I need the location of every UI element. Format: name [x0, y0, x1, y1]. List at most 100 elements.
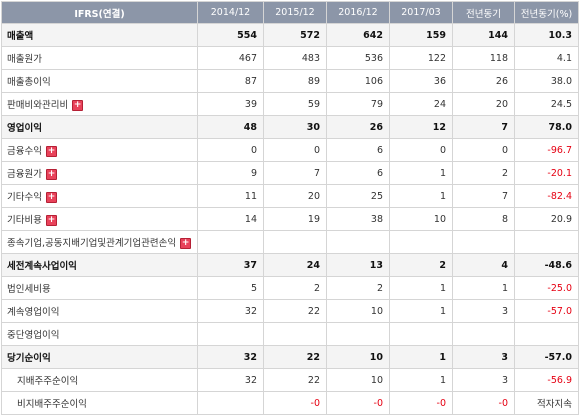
table-row: 지배주주순이익 32 22 10 1 3 -56.9	[1, 368, 579, 392]
value-cell: 24	[263, 253, 327, 277]
value-cell: 642	[326, 23, 390, 47]
value-cell: 1	[389, 368, 453, 392]
value-cell: -0	[263, 391, 327, 415]
table-row: 계속영업이익 32 22 10 1 3 -57.0	[1, 299, 579, 323]
value-cell: 4.1	[514, 46, 579, 70]
value-cell: -0	[326, 391, 390, 415]
value-cell	[326, 322, 390, 346]
value-cell: 26	[326, 115, 390, 139]
value-cell: 10	[389, 207, 453, 231]
row-label: 비지배주주순이익	[17, 399, 87, 410]
value-cell: 26	[452, 69, 515, 93]
value-cell: -25.0	[514, 276, 579, 300]
table-row: 비지배주주순이익 -0 -0 -0 -0 적자지속	[1, 391, 579, 415]
table-row: 매출원가 467 483 536 122 118 4.1	[1, 46, 579, 70]
value-cell: 48	[197, 115, 264, 139]
value-cell: 19	[263, 207, 327, 231]
value-cell: 0	[197, 138, 264, 162]
value-cell: 30	[263, 115, 327, 139]
value-cell: 89	[263, 69, 327, 93]
value-cell: 2	[326, 276, 390, 300]
value-cell: -0	[452, 391, 515, 415]
table-row: 종속기업,공동지배기업및관계기업관련손익 +	[1, 230, 579, 254]
expand-plus-icon[interactable]: +	[180, 238, 192, 249]
row-label: 지배주주순이익	[17, 376, 79, 387]
value-cell	[197, 391, 264, 415]
header-row: IFRS(연결) 2014/12 2015/12 2016/12 2017/03…	[1, 1, 579, 24]
row-label-cell: 금융수익 +	[1, 138, 198, 162]
value-cell: 24	[389, 92, 453, 116]
value-cell: 78.0	[514, 115, 579, 139]
row-label: 종속기업,공동지배기업및관계기업관련손익	[7, 238, 177, 249]
value-cell: 6	[326, 138, 390, 162]
row-label: 판매비와관리비	[7, 100, 69, 111]
table-row: 법인세비용 5 2 2 1 1 -25.0	[1, 276, 579, 300]
table-row: 금융수익 +0 0 6 0 0 -96.7	[1, 138, 579, 162]
value-cell: 554	[197, 23, 264, 47]
value-cell: 10	[326, 368, 390, 392]
value-cell: 1	[389, 184, 453, 208]
value-cell: 20.9	[514, 207, 579, 231]
value-cell: 20	[452, 92, 515, 116]
value-cell: 7	[452, 184, 515, 208]
row-label: 세전계속사업이익	[7, 261, 77, 272]
value-cell: 79	[326, 92, 390, 116]
row-label: 기타수익	[7, 192, 42, 203]
expand-plus-icon[interactable]: +	[45, 192, 57, 203]
value-cell: 7	[452, 115, 515, 139]
value-cell: 32	[197, 368, 264, 392]
table-row: 기타수익 +11 20 25 1 7 -82.4	[1, 184, 579, 208]
value-cell: -57.0	[514, 299, 579, 323]
value-cell: 483	[263, 46, 327, 70]
row-label-cell: 법인세비용	[1, 276, 198, 300]
value-cell: -20.1	[514, 161, 579, 185]
row-label-cell: 판매비와관리비 +	[1, 92, 198, 116]
value-cell: -56.9	[514, 368, 579, 392]
value-cell	[326, 230, 390, 254]
row-label-cell: 계속영업이익	[1, 299, 198, 323]
row-label: 영업이익	[7, 123, 42, 134]
value-cell: 4	[452, 253, 515, 277]
value-cell	[197, 230, 264, 254]
expand-plus-icon[interactable]: +	[45, 169, 57, 180]
value-cell: 0	[452, 138, 515, 162]
row-label-cell: 중단영업이익	[1, 322, 198, 346]
value-cell: 118	[452, 46, 515, 70]
value-cell: 106	[326, 69, 390, 93]
row-label-cell: 당기순이익	[1, 345, 198, 369]
value-cell: 24.5	[514, 92, 579, 116]
row-label: 매출총이익	[7, 77, 51, 88]
column-header: 전년동기	[452, 1, 515, 24]
value-cell: 122	[389, 46, 453, 70]
value-cell: -82.4	[514, 184, 579, 208]
row-label: 중단영업이익	[7, 330, 60, 341]
value-cell: 10.3	[514, 23, 579, 47]
value-cell	[452, 322, 515, 346]
value-cell: 1	[452, 276, 515, 300]
row-label: 매출원가	[7, 54, 42, 65]
value-cell: 59	[263, 92, 327, 116]
expand-plus-icon[interactable]: +	[72, 100, 84, 111]
value-cell: 36	[389, 69, 453, 93]
value-cell	[514, 230, 579, 254]
value-cell: 13	[326, 253, 390, 277]
value-cell: 1	[389, 161, 453, 185]
value-cell	[263, 230, 327, 254]
expand-plus-icon[interactable]: +	[45, 215, 57, 226]
table-row: 매출총이익 87 89 106 36 26 38.0	[1, 69, 579, 93]
value-cell	[514, 322, 579, 346]
table-row: 매출액 554 572 642 159 144 10.3	[1, 23, 579, 47]
row-label: 당기순이익	[7, 353, 51, 364]
row-label-cell: 비지배주주순이익	[1, 391, 198, 415]
expand-plus-icon[interactable]: +	[45, 146, 57, 157]
value-cell: 22	[263, 345, 327, 369]
value-cell: 38	[326, 207, 390, 231]
value-cell: 5	[197, 276, 264, 300]
table-row: 중단영업이익	[1, 322, 579, 346]
value-cell: 10	[326, 299, 390, 323]
row-label-cell: 매출액	[1, 23, 198, 47]
value-cell: 11	[197, 184, 264, 208]
value-cell: -96.7	[514, 138, 579, 162]
value-cell: 6	[326, 161, 390, 185]
value-cell: -57.0	[514, 345, 579, 369]
